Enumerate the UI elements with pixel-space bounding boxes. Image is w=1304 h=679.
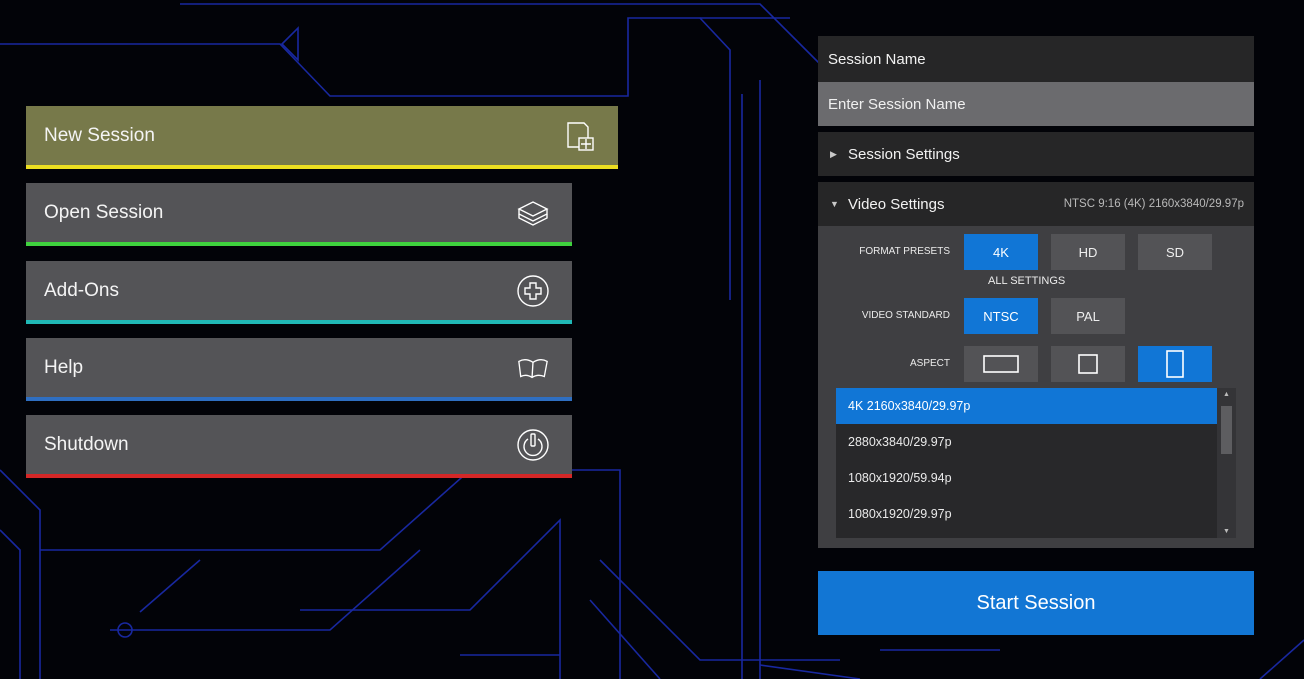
scroll-down-icon[interactable]: ▼ <box>1217 528 1236 535</box>
power-icon <box>516 428 550 462</box>
resolution-scrollbar[interactable]: ▲ ▼ <box>1217 388 1236 538</box>
video-settings-toggle[interactable]: ▼ Video Settings NTSC 9:16 (4K) 2160x384… <box>818 182 1254 226</box>
open-box-icon <box>516 196 550 230</box>
video-standard-label: VIDEO STANDARD <box>861 310 950 321</box>
preset-hd-button[interactable]: HD <box>1051 234 1125 270</box>
aspect-portrait-button[interactable] <box>1138 346 1212 382</box>
resolution-item[interactable]: 2880x3840/29.97p <box>836 424 1217 460</box>
session-settings-toggle[interactable]: ▶ Session Settings <box>818 132 1254 176</box>
landscape-icon <box>983 355 1019 373</box>
resolution-list[interactable]: 4K 2160x3840/29.97p 2880x3840/29.97p 108… <box>836 388 1236 538</box>
portrait-icon <box>1166 350 1184 378</box>
session-name-label: Session Name <box>818 36 1254 82</box>
caret-right-icon: ▶ <box>830 148 837 159</box>
help-button[interactable]: Help <box>26 338 572 401</box>
new-document-icon <box>562 119 596 153</box>
video-settings-label: Video Settings <box>848 195 945 213</box>
scrollbar-thumb[interactable] <box>1221 406 1232 454</box>
preset-4k-button[interactable]: 4K <box>964 234 1038 270</box>
shutdown-label: Shutdown <box>44 433 129 455</box>
video-settings-body: FORMAT PRESETS 4K HD SD ALL SETTINGS VID… <box>818 226 1254 548</box>
new-session-button[interactable]: New Session <box>26 106 618 169</box>
resolution-item[interactable]: 1080x1920/29.97p <box>836 496 1217 532</box>
caret-down-icon: ▼ <box>830 199 839 209</box>
open-book-icon <box>516 351 550 385</box>
aspect-square-button[interactable] <box>1051 346 1125 382</box>
session-name-input[interactable] <box>818 82 1254 126</box>
preset-sd-button[interactable]: SD <box>1138 234 1212 270</box>
aspect-landscape-button[interactable] <box>964 346 1038 382</box>
aspect-label: ASPECT <box>909 358 950 369</box>
video-settings-summary: NTSC 9:16 (4K) 2160x3840/29.97p <box>1063 198 1244 210</box>
resolution-item[interactable]: 4K 2160x3840/29.97p <box>836 388 1217 424</box>
standard-pal-button[interactable]: PAL <box>1051 298 1125 334</box>
session-panel: Session Name ▶ Session Settings ▼ Video … <box>818 36 1254 548</box>
plus-circle-icon <box>516 274 550 308</box>
open-session-button[interactable]: Open Session <box>26 183 572 246</box>
add-ons-button[interactable]: Add-Ons <box>26 261 572 324</box>
square-icon <box>1078 354 1098 374</box>
add-ons-label: Add-Ons <box>44 279 119 301</box>
help-label: Help <box>44 356 84 378</box>
start-session-button[interactable]: Start Session <box>818 571 1254 635</box>
format-presets-label: FORMAT PRESETS <box>859 246 950 257</box>
session-settings-label: Session Settings <box>848 145 960 163</box>
standard-ntsc-button[interactable]: NTSC <box>964 298 1038 334</box>
shutdown-button[interactable]: Shutdown <box>26 415 572 478</box>
resolution-item[interactable]: 1080x1920/59.94p <box>836 460 1217 496</box>
open-session-label: Open Session <box>44 201 164 223</box>
new-session-label: New Session <box>44 124 155 146</box>
all-settings-label: ALL SETTINGS <box>988 275 1066 287</box>
scroll-up-icon[interactable]: ▲ <box>1217 391 1236 398</box>
